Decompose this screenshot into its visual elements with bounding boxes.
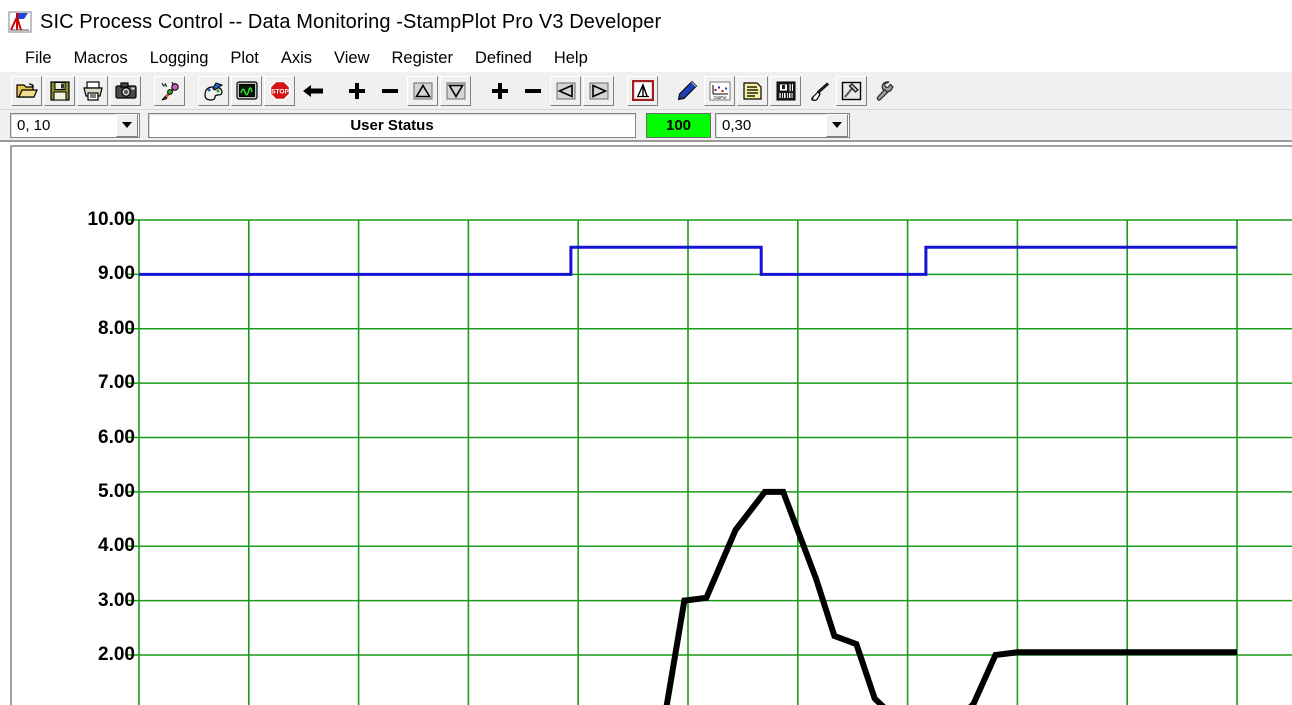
build-button[interactable] <box>836 75 867 106</box>
x-range-combo[interactable]: 0,30 <box>715 112 850 138</box>
y-zoom-out-button[interactable] <box>374 75 405 106</box>
y-zoom-in-button[interactable] <box>341 75 372 106</box>
y-axis-label: 10.00 <box>87 209 135 230</box>
chevron-down-icon[interactable] <box>826 113 848 137</box>
menubar: File Macros Logging Plot Axis View Regis… <box>0 44 1292 72</box>
device-button[interactable] <box>770 75 801 106</box>
menu-view[interactable]: View <box>323 48 380 69</box>
toolbar-separator-2 <box>187 74 196 108</box>
screen-capture-button[interactable] <box>110 75 141 106</box>
wand-button[interactable] <box>154 75 185 106</box>
annotate-button[interactable] <box>671 75 702 106</box>
toolbar-separator-5 <box>616 74 625 108</box>
window-titlebar: SIC Process Control -- Data Monitoring -… <box>0 0 1292 44</box>
y-axis-label: 2.00 <box>98 644 135 665</box>
menu-logging[interactable]: Logging <box>139 48 220 69</box>
menu-plot[interactable]: Plot <box>219 48 269 69</box>
toolbar-group-xaxis <box>482 73 616 108</box>
y-axis-tick-labels: 10.00 9.00 8.00 7.00 6.00 5.00 4.00 3.00 2.00 <box>12 147 135 705</box>
y-axis-label: 8.00 <box>98 317 135 339</box>
print-button[interactable] <box>77 75 108 106</box>
fill-color-button[interactable] <box>803 75 834 106</box>
toolbar-group-run: STOP <box>196 73 330 108</box>
y-axis-label: 7.00 <box>98 372 135 394</box>
plot-panel[interactable]: 10.00 9.00 8.00 7.00 6.00 5.00 4.00 3.00 2.00 <box>10 145 1292 705</box>
palette-button[interactable] <box>198 75 229 106</box>
stampplot-app-icon <box>8 10 32 34</box>
toolbar-separator-1 <box>143 74 152 108</box>
x-zoom-out-button[interactable] <box>517 75 548 106</box>
plot-properties-button[interactable] <box>627 75 658 106</box>
process-value-trace <box>663 488 1237 705</box>
y-axis-label: 4.00 <box>98 535 135 557</box>
notes-button[interactable] <box>737 75 768 106</box>
stop-button[interactable]: STOP <box>264 75 295 106</box>
menu-defined[interactable]: Defined <box>464 48 543 69</box>
chart-gridlines <box>127 219 1292 705</box>
toolbar-group-file <box>9 73 143 108</box>
scope-button[interactable] <box>231 75 262 106</box>
x-shift-left-button[interactable] <box>550 75 581 106</box>
back-button[interactable] <box>297 75 328 106</box>
y-range-combo[interactable]: 0, 10 <box>10 112 140 138</box>
y-axis-label: 5.00 <box>98 480 135 502</box>
svg-text:STOP: STOP <box>271 89 289 96</box>
plot-canvas[interactable] <box>12 147 1292 705</box>
status-indicator: 100 <box>646 112 711 138</box>
svg-text:OutPut: OutPut <box>713 95 727 100</box>
y-axis-label: 9.00 <box>98 263 135 285</box>
toolbar-group-tools: OutPut <box>669 73 902 108</box>
y-shift-down-button[interactable] <box>440 75 471 106</box>
y-axis-label: 3.00 <box>98 589 135 611</box>
save-file-button[interactable] <box>44 75 75 106</box>
menu-macros[interactable]: Macros <box>63 48 139 69</box>
menu-register[interactable]: Register <box>381 48 464 69</box>
toolbar-group-plotprops <box>625 73 660 108</box>
menu-axis[interactable]: Axis <box>270 48 323 69</box>
y-axis-label: 6.00 <box>98 426 135 448</box>
window-title: SIC Process Control -- Data Monitoring -… <box>40 10 662 33</box>
toolbar-separator-4 <box>473 74 482 108</box>
menu-file[interactable]: File <box>14 48 63 69</box>
open-file-button[interactable] <box>11 75 42 106</box>
toolbar-group-yaxis <box>339 73 473 108</box>
y-range-combo-value: 0, 10 <box>17 116 51 134</box>
toolbar-separator-6 <box>660 74 669 108</box>
menu-help[interactable]: Help <box>543 48 599 69</box>
settings-button[interactable] <box>869 75 900 106</box>
toolbar-group-wand <box>152 73 187 108</box>
x-shift-right-button[interactable] <box>583 75 614 106</box>
user-status-field[interactable]: User Status <box>148 112 636 138</box>
main-toolbar: STOP OutPut <box>0 72 1292 110</box>
x-range-combo-value: 0,30 <box>722 116 752 134</box>
toolbar-separator-3 <box>330 74 339 108</box>
data-output-button[interactable]: OutPut <box>704 75 735 106</box>
x-zoom-in-button[interactable] <box>484 75 515 106</box>
y-shift-up-button[interactable] <box>407 75 438 106</box>
status-control-row: 0, 10 User Status 100 0,30 <box>0 110 1292 142</box>
chevron-down-icon[interactable] <box>116 113 138 137</box>
